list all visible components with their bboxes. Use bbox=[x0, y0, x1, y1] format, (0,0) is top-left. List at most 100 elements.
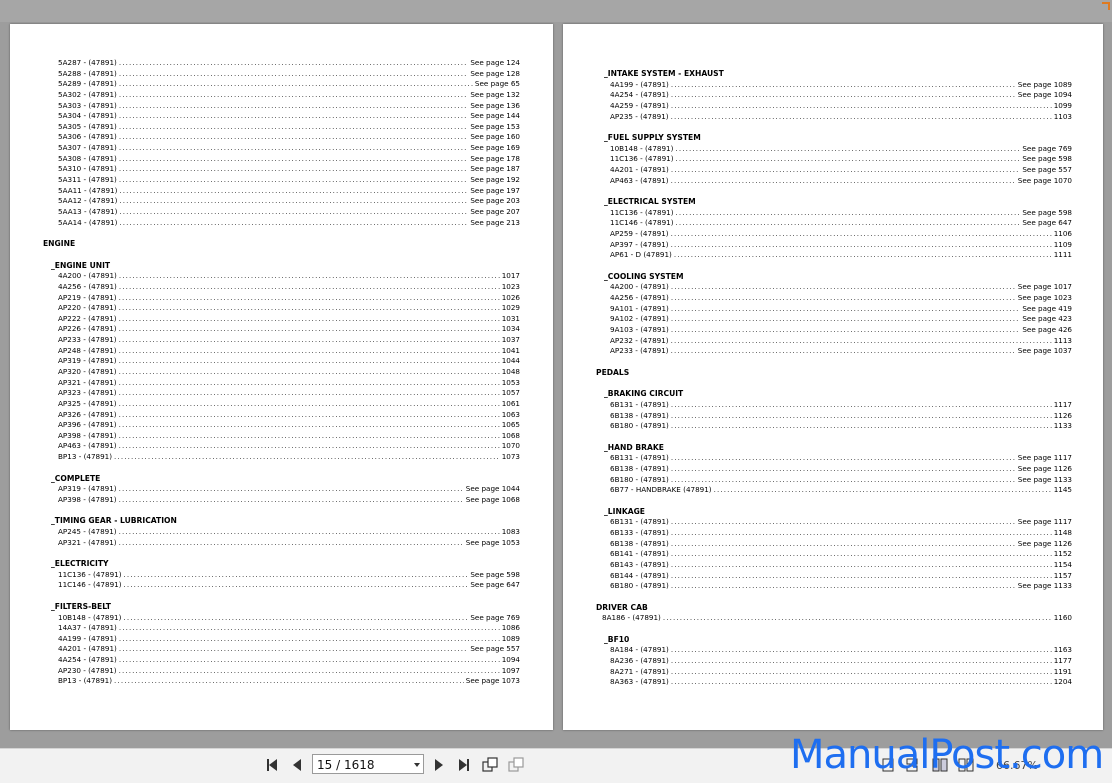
index-entry: 6B131 - (47891) See page 1117 bbox=[563, 453, 1103, 464]
dot-leader bbox=[119, 271, 500, 282]
dot-leader bbox=[119, 367, 500, 378]
entry-label: 5A289 - (47891) bbox=[58, 79, 117, 89]
entry-label: 10B148 - (47891) bbox=[58, 612, 122, 622]
entry-page-ref: See page 169 bbox=[470, 143, 520, 153]
index-entry: AP222 - (47891) 1031 bbox=[10, 314, 553, 325]
dot-leader bbox=[671, 325, 1020, 336]
entry-page-ref: See page 187 bbox=[470, 164, 520, 174]
dot-leader bbox=[676, 218, 1021, 229]
entry-label: AP226 - (47891) bbox=[58, 324, 117, 334]
index-entry: 14A37 - (47891) 1086 bbox=[10, 623, 553, 634]
entry-label: 5AA13 - (47891) bbox=[58, 206, 118, 216]
index-entry: 5A303 - (47891) See page 136 bbox=[10, 101, 553, 112]
entry-page-ref: 1073 bbox=[501, 452, 520, 462]
index-entry: 4A254 - (47891) 1094 bbox=[10, 655, 553, 666]
entry-label: 5A307 - (47891) bbox=[58, 143, 117, 153]
entry-page-ref: 1099 bbox=[1053, 100, 1072, 110]
entry-page-ref: 1034 bbox=[501, 324, 520, 334]
index-entry: 4A201 - (47891) See page 557 bbox=[10, 644, 553, 655]
entry-page-ref: 1031 bbox=[501, 313, 520, 323]
dot-leader bbox=[119, 356, 500, 367]
entry-page-ref: See page 136 bbox=[470, 100, 520, 110]
entry-label: AP323 - (47891) bbox=[58, 388, 117, 398]
index-entry: AP319 - (47891) See page 1044 bbox=[10, 484, 553, 495]
dot-leader bbox=[119, 282, 500, 293]
copy-icon[interactable] bbox=[508, 757, 524, 773]
entry-page-ref: See page 1073 bbox=[465, 676, 520, 686]
dot-leader bbox=[663, 613, 1052, 624]
dot-leader bbox=[671, 240, 1052, 251]
entry-page-ref: 1063 bbox=[501, 409, 520, 419]
subsection-title: _BF10 bbox=[604, 634, 630, 644]
index-entry: AP319 - (47891) 1044 bbox=[10, 356, 553, 367]
entry-label: 6B131 - (47891) bbox=[610, 517, 669, 527]
index-entry: AP397 - (47891) 1109 bbox=[563, 240, 1103, 251]
entry-label: 6B77 - HANDBRAKE (47891) bbox=[610, 485, 712, 495]
entry-label: 6B138 - (47891) bbox=[610, 538, 669, 548]
subsection-title: _BRAKING CIRCUIT bbox=[604, 389, 684, 399]
index-entry: 9A103 - (47891) See page 426 bbox=[563, 325, 1103, 336]
dot-leader bbox=[119, 293, 500, 304]
previous-page-icon[interactable] bbox=[289, 757, 305, 773]
dot-leader bbox=[124, 570, 469, 581]
dot-leader bbox=[119, 196, 468, 207]
entry-label: 4A254 - (47891) bbox=[610, 90, 669, 100]
entry-page-ref: See page 598 bbox=[1022, 207, 1072, 217]
rotate-icon[interactable] bbox=[482, 757, 498, 773]
entry-label: 9A102 - (47891) bbox=[610, 314, 669, 324]
entry-label: AP326 - (47891) bbox=[58, 409, 117, 419]
index-entry: AP232 - (47891) 1113 bbox=[563, 336, 1103, 347]
index-entry: AP226 - (47891) 1034 bbox=[10, 324, 553, 335]
dot-leader bbox=[671, 560, 1052, 571]
entry-page-ref: 1133 bbox=[1053, 421, 1072, 431]
entry-page-ref: 1191 bbox=[1053, 666, 1072, 676]
dot-leader bbox=[119, 175, 468, 186]
entry-label: 4A259 - (47891) bbox=[610, 100, 669, 110]
entry-page-ref: See page 128 bbox=[470, 68, 520, 78]
document-page-left: 5A287 - (47891) See page 124 5A288 - (4789… bbox=[10, 24, 553, 730]
dot-leader bbox=[119, 69, 468, 80]
index-entry: 4A256 - (47891) See page 1023 bbox=[563, 293, 1103, 304]
index-entry: AP398 - (47891) See page 1068 bbox=[10, 495, 553, 506]
entry-label: 11C136 - (47891) bbox=[610, 207, 674, 217]
entry-label: 4A199 - (47891) bbox=[610, 79, 669, 89]
section-heading: DRIVER CAB bbox=[596, 602, 648, 612]
dot-leader bbox=[119, 101, 468, 112]
index-entry: 5A306 - (47891) See page 160 bbox=[10, 132, 553, 143]
entry-page-ref: 1152 bbox=[1053, 549, 1072, 559]
entry-label: AP233 - (47891) bbox=[610, 346, 669, 356]
entry-label: 5A303 - (47891) bbox=[58, 100, 117, 110]
dot-leader bbox=[119, 420, 500, 431]
dot-leader bbox=[671, 453, 1016, 464]
index-entry: 5AA12 - (47891) See page 203 bbox=[10, 196, 553, 207]
entry-page-ref: See page 65 bbox=[474, 79, 520, 89]
index-entry: 6B138 - (47891) See page 1126 bbox=[563, 464, 1103, 475]
entry-label: 5A311 - (47891) bbox=[58, 175, 117, 185]
entry-label: 8A184 - (47891) bbox=[610, 645, 669, 655]
entry-label: 5A287 - (47891) bbox=[58, 58, 117, 67]
next-page-icon[interactable] bbox=[431, 757, 447, 773]
subsection-title: _ENGINE UNIT bbox=[51, 260, 111, 270]
dot-leader bbox=[671, 101, 1052, 112]
dot-leader bbox=[119, 441, 500, 452]
subsection-title: _FUEL SUPPLY SYSTEM bbox=[604, 133, 701, 143]
entry-page-ref: 1097 bbox=[501, 665, 520, 675]
first-page-icon[interactable] bbox=[264, 757, 280, 773]
entry-label: AP319 - (47891) bbox=[58, 484, 117, 494]
dot-leader bbox=[671, 165, 1020, 176]
index-entry: 6B180 - (47891) See page 1133 bbox=[563, 475, 1103, 486]
page-number-select[interactable]: 15 / 1618 bbox=[312, 754, 424, 774]
dot-leader bbox=[674, 250, 1052, 261]
index-entry: 9A101 - (47891) See page 419 bbox=[563, 304, 1103, 315]
last-page-icon[interactable] bbox=[456, 757, 472, 773]
entry-label: AP325 - (47891) bbox=[58, 398, 117, 408]
entry-label: 4A256 - (47891) bbox=[58, 281, 117, 291]
subsection-title: _FILTERS-BELT bbox=[51, 601, 111, 611]
index-entry: 5A302 - (47891) See page 132 bbox=[10, 90, 553, 101]
entry-page-ref: See page 647 bbox=[470, 580, 520, 590]
entry-page-ref: 1068 bbox=[501, 430, 520, 440]
entry-label: 4A256 - (47891) bbox=[610, 293, 669, 303]
entry-label: 6B180 - (47891) bbox=[610, 581, 669, 591]
index-entry: 4A199 - (47891) 1089 bbox=[10, 634, 553, 645]
section-heading: ENGINE bbox=[43, 239, 76, 249]
